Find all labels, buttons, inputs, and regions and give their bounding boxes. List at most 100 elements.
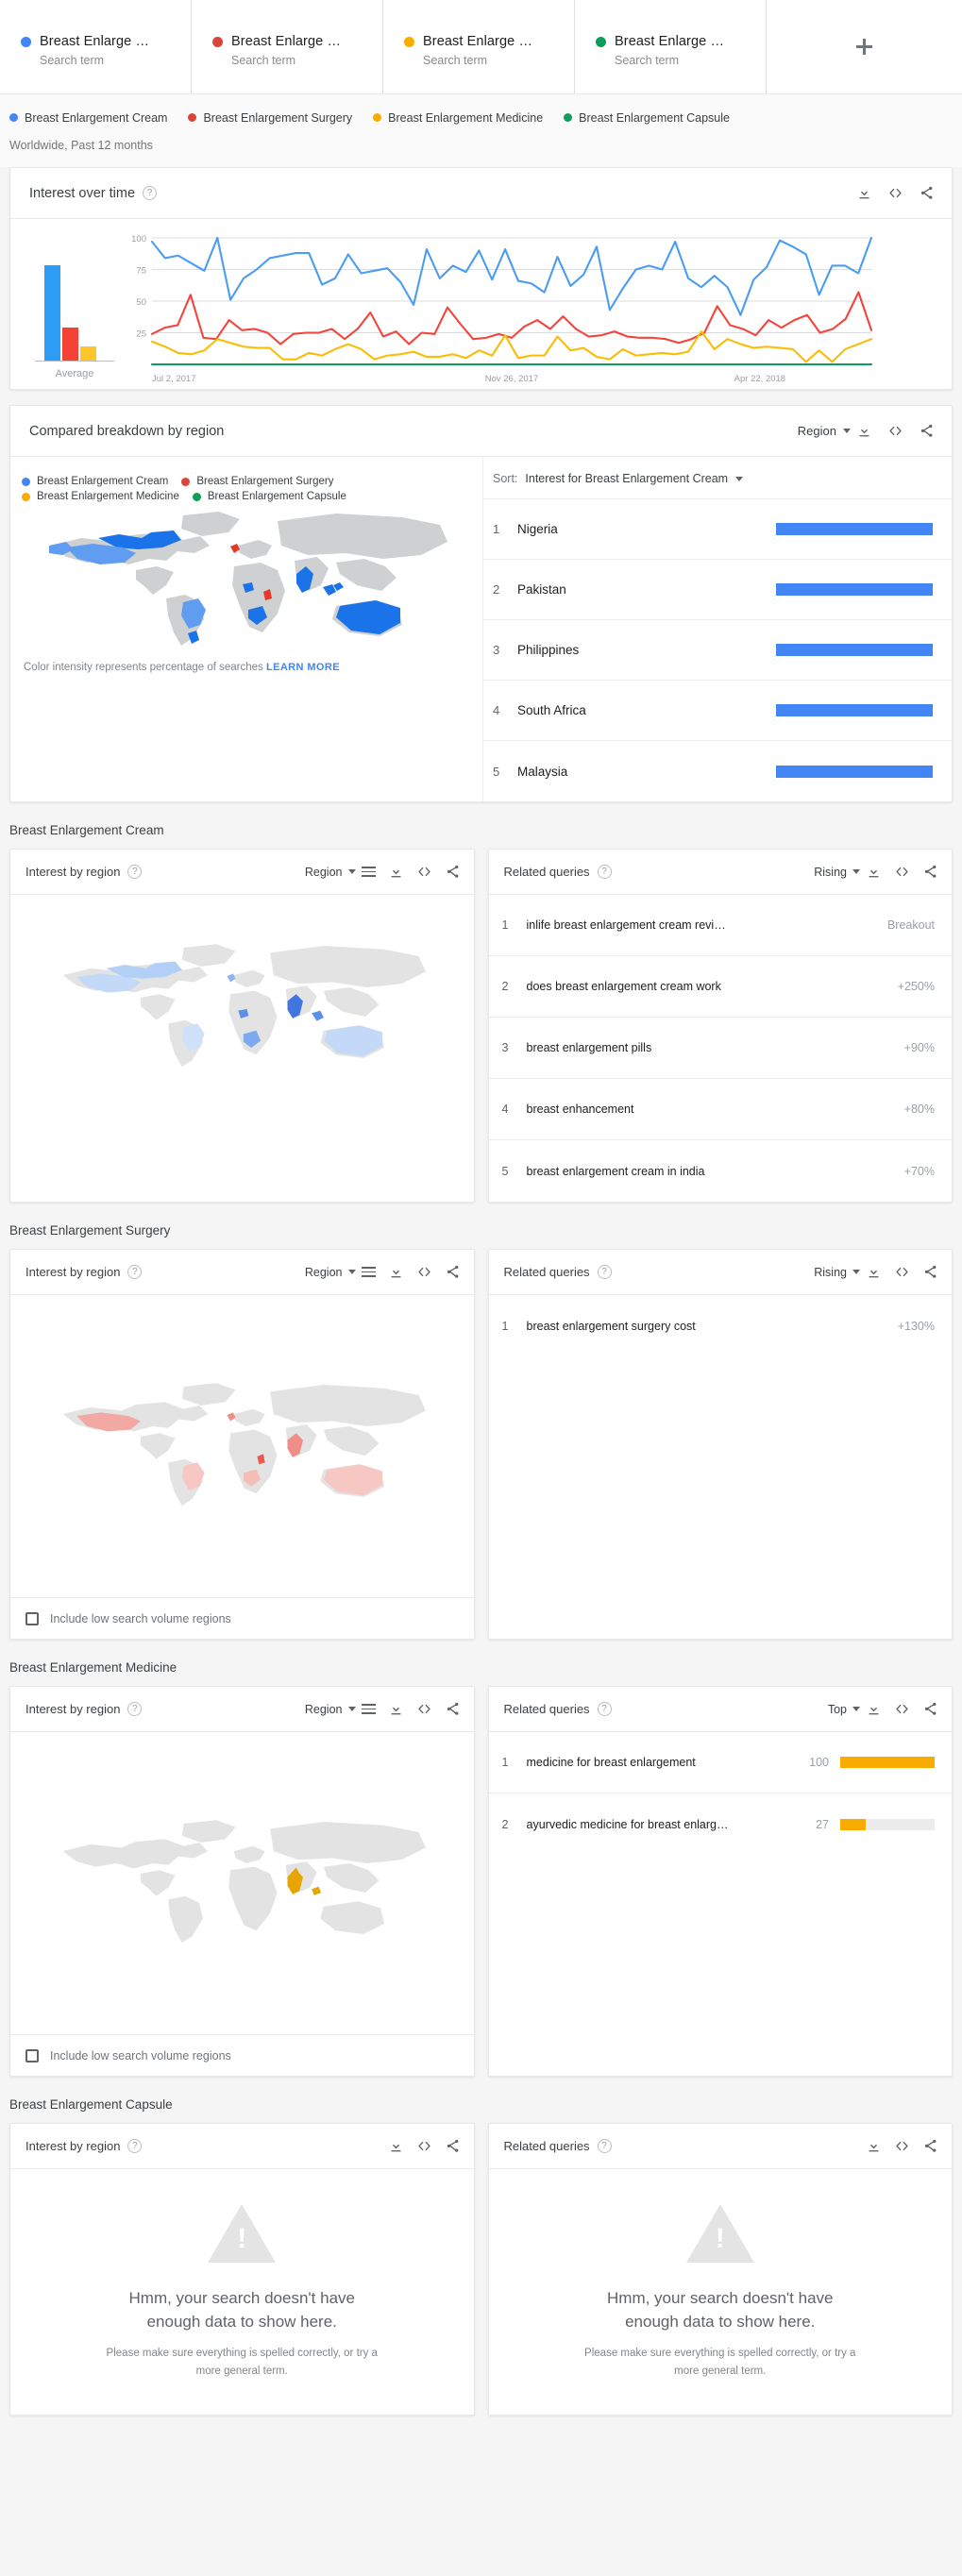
breakdown-world-map[interactable]: [10, 502, 482, 658]
include-low-volume-row[interactable]: Include low search volume regions: [10, 2034, 474, 2076]
tab-term-0[interactable]: Breast Enlarge … Search term: [0, 0, 192, 93]
download-icon[interactable]: [388, 1701, 404, 1717]
download-icon[interactable]: [388, 2138, 404, 2154]
list-item[interactable]: 5 breast enlargement cream in india +70%: [489, 1140, 953, 1202]
rank-number: 2: [501, 980, 509, 993]
region-dropdown[interactable]: Region: [305, 1703, 356, 1716]
checkbox-icon[interactable]: [25, 1611, 39, 1625]
list-view-icon[interactable]: [361, 1704, 376, 1714]
embed-code-icon[interactable]: [887, 185, 903, 201]
tab-term-1[interactable]: Breast Enlarge … Search term: [192, 0, 383, 93]
list-item[interactable]: 4 breast enhancement +80%: [488, 1079, 952, 1140]
tab-title: Breast Enlarge …: [231, 34, 342, 49]
add-comparison-button[interactable]: [767, 0, 962, 93]
legend-item-capsule: Breast Enlargement Capsule: [564, 111, 730, 125]
list-view-icon[interactable]: [361, 867, 376, 877]
share-icon[interactable]: [922, 864, 938, 880]
help-icon[interactable]: ?: [597, 1702, 612, 1716]
region-dropdown[interactable]: Region: [305, 1266, 356, 1279]
table-row[interactable]: 2 Pakistan: [483, 560, 952, 620]
list-item[interactable]: 1 inlife breast enlargement cream revi… …: [488, 895, 952, 956]
help-icon[interactable]: ?: [597, 2139, 612, 2153]
share-icon[interactable]: [445, 1701, 461, 1717]
world-map-svg: [62, 1820, 427, 1944]
average-bar-surgery: [62, 328, 78, 361]
share-icon[interactable]: [919, 423, 935, 439]
embed-code-icon[interactable]: [416, 864, 432, 880]
table-row[interactable]: 3 Philippines: [483, 620, 952, 681]
share-icon[interactable]: [445, 864, 461, 880]
related-queries-card-cream: Related queries ? Rising 1 inlife breast…: [487, 849, 953, 1203]
region-name: Malaysia: [517, 764, 568, 779]
download-icon[interactable]: [388, 864, 404, 880]
region-map-medicine[interactable]: [10, 1732, 474, 2034]
help-icon[interactable]: ?: [127, 865, 143, 879]
checkbox-icon[interactable]: [25, 2048, 39, 2062]
chevron-down-icon: [852, 1707, 860, 1711]
embed-code-icon[interactable]: [887, 423, 903, 439]
share-icon[interactable]: [922, 1701, 938, 1717]
table-row[interactable]: 4 South Africa: [483, 681, 952, 741]
interest-over-time-card: Interest over time ? Average 25 50 75 100 Ju…: [9, 167, 953, 390]
queries-sort-dropdown[interactable]: Rising: [814, 866, 860, 879]
embed-code-icon[interactable]: [416, 1701, 432, 1717]
sort-control[interactable]: Sort: Interest for Breast Enlargement Cr…: [483, 457, 952, 499]
embed-code-icon[interactable]: [894, 864, 910, 880]
table-row[interactable]: 5 Malaysia: [483, 741, 952, 801]
list-item[interactable]: 3 breast enlargement pills +90%: [488, 1018, 952, 1079]
embed-code-icon[interactable]: [894, 1264, 910, 1280]
list-item[interactable]: 1 breast enlargement surgery cost +130%: [489, 1295, 953, 1356]
download-icon[interactable]: [856, 423, 872, 439]
share-icon[interactable]: [922, 2138, 938, 2154]
panel-actions: [866, 2138, 938, 2154]
learn-more-link[interactable]: LEARN MORE: [266, 662, 340, 673]
embed-code-icon[interactable]: [894, 1701, 910, 1717]
region-dropdown-value: Region: [304, 865, 343, 879]
embed-code-icon[interactable]: [894, 2138, 910, 2154]
queries-sort-dropdown[interactable]: Rising: [814, 1266, 860, 1279]
share-icon[interactable]: [445, 1264, 461, 1280]
share-icon[interactable]: [445, 2138, 461, 2154]
legend-label: Breast Enlargement Surgery: [203, 110, 353, 125]
help-icon[interactable]: ?: [127, 2139, 143, 2153]
legend-dot-red: [181, 477, 191, 486]
download-icon[interactable]: [866, 864, 882, 880]
embed-code-icon[interactable]: [416, 2138, 432, 2154]
table-row[interactable]: 1 Nigeria: [483, 499, 952, 560]
queries-sort-dropdown[interactable]: Top: [828, 1703, 860, 1716]
help-icon[interactable]: ?: [127, 1702, 143, 1716]
tab-term-3[interactable]: Breast Enlarge … Search term: [575, 0, 767, 93]
download-icon[interactable]: [866, 1264, 882, 1280]
help-icon[interactable]: ?: [127, 1265, 143, 1279]
list-view-icon[interactable]: [361, 1267, 376, 1277]
embed-code-icon[interactable]: [416, 1264, 432, 1280]
download-icon[interactable]: [866, 2138, 882, 2154]
term-color-dot-green: [596, 36, 606, 47]
list-item[interactable]: 1 medicine for breast enlargement 100: [488, 1732, 952, 1793]
region-dropdown[interactable]: Region: [305, 866, 356, 879]
region-map-surgery[interactable]: [10, 1295, 474, 1597]
rank-number: 3: [501, 1041, 509, 1054]
download-icon[interactable]: [388, 1264, 404, 1280]
download-icon[interactable]: [866, 1701, 882, 1717]
include-low-volume-row[interactable]: Include low search volume regions: [10, 1597, 474, 1639]
tab-title: Breast Enlarge …: [40, 34, 150, 49]
timeseries-svg: 25 50 75 100 Jul 2, 2017 Nov 26, 2017 Apr 22, …: [131, 234, 873, 384]
panel-actions: [866, 1701, 938, 1717]
panel-header: Related queries ? Rising: [488, 850, 952, 895]
help-icon[interactable]: ?: [597, 1265, 612, 1279]
list-item[interactable]: 2 does breast enlargement cream work +25…: [488, 956, 952, 1018]
panel-header: Interest by region ? Region: [10, 1250, 474, 1295]
help-icon[interactable]: ?: [143, 186, 158, 200]
rank-number: 4: [493, 703, 500, 717]
share-icon[interactable]: [919, 185, 935, 201]
region-map-cream[interactable]: [10, 895, 474, 1119]
download-icon[interactable]: [856, 185, 872, 201]
share-icon[interactable]: [922, 1264, 938, 1280]
chevron-down-icon: [735, 476, 744, 481]
list-item[interactable]: 2 ayurvedic medicine for breast enlarg… …: [489, 1793, 953, 1855]
region-dropdown[interactable]: Region: [798, 424, 851, 438]
tab-term-2[interactable]: Breast Enlarge … Search term: [383, 0, 575, 93]
help-icon[interactable]: ?: [597, 865, 612, 879]
map-landmasses: [62, 1820, 427, 1944]
